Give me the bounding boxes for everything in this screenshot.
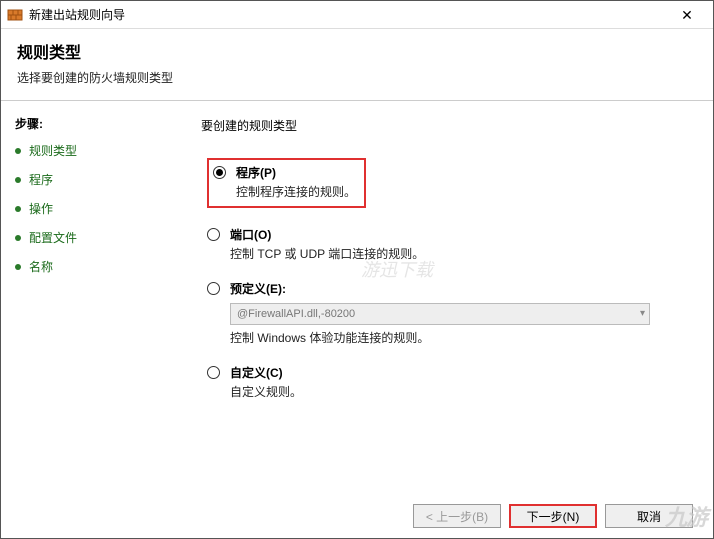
back-button[interactable]: < 上一步(B) — [413, 504, 501, 528]
option-program[interactable]: 程序(P) 控制程序连接的规则。 — [213, 164, 356, 200]
step-profile[interactable]: 配置文件 — [15, 229, 171, 246]
watermark-corner: 九游 — [665, 500, 707, 532]
question-label: 要创建的规则类型 — [201, 117, 683, 134]
radio-custom[interactable] — [207, 366, 220, 379]
option-port-desc: 控制 TCP 或 UDP 端口连接的规则。 — [230, 245, 683, 262]
option-port-label: 端口(O) — [230, 226, 683, 243]
firewall-icon — [7, 7, 23, 23]
radio-program[interactable] — [213, 166, 226, 179]
wizard-header: 规则类型 选择要创建的防火墙规则类型 — [1, 29, 713, 101]
close-button[interactable]: ✕ — [667, 2, 707, 28]
option-program-desc: 控制程序连接的规则。 — [236, 183, 356, 200]
option-custom-desc: 自定义规则。 — [230, 383, 683, 400]
step-name[interactable]: 名称 — [15, 258, 171, 275]
button-bar: < 上一步(B) 下一步(N) 取消 — [1, 494, 713, 538]
predefined-combo[interactable]: @FirewallAPI.dll,-80200 ▾ — [230, 303, 650, 325]
window-title: 新建出站规则向导 — [29, 6, 667, 23]
option-predefined-desc: 控制 Windows 体验功能连接的规则。 — [230, 329, 683, 346]
content-pane: 要创建的规则类型 程序(P) 控制程序连接的规则。 端口(O) — [181, 101, 713, 504]
option-port[interactable]: 端口(O) 控制 TCP 或 UDP 端口连接的规则。 — [207, 226, 683, 262]
next-button[interactable]: 下一步(N) — [509, 504, 597, 528]
titlebar: 新建出站规则向导 ✕ — [1, 1, 713, 29]
radio-predefined[interactable] — [207, 282, 220, 295]
bullet-icon — [15, 206, 21, 212]
steps-sidebar: 步骤: 规则类型 程序 操作 配置文件 名称 — [1, 101, 181, 504]
page-title: 规则类型 — [17, 39, 697, 63]
option-predefined-label: 预定义(E): — [230, 280, 683, 297]
step-action[interactable]: 操作 — [15, 200, 171, 217]
step-rule-type[interactable]: 规则类型 — [15, 142, 171, 159]
option-program-label: 程序(P) — [236, 164, 356, 181]
chevron-down-icon: ▾ — [640, 308, 645, 319]
option-custom-label: 自定义(C) — [230, 364, 683, 381]
wizard-body: 步骤: 规则类型 程序 操作 配置文件 名称 要创建的规则类型 程序(P) 控制… — [1, 101, 713, 504]
combo-value: @FirewallAPI.dll,-80200 — [237, 308, 355, 320]
steps-heading: 步骤: — [15, 115, 171, 132]
radio-port[interactable] — [207, 228, 220, 241]
highlight-box: 程序(P) 控制程序连接的规则。 — [207, 158, 366, 208]
option-custom[interactable]: 自定义(C) 自定义规则。 — [207, 364, 683, 400]
bullet-icon — [15, 235, 21, 241]
option-predefined[interactable]: 预定义(E): @FirewallAPI.dll,-80200 ▾ 控制 Win… — [207, 280, 683, 346]
options-group: 程序(P) 控制程序连接的规则。 端口(O) 控制 TCP 或 UDP 端口连接… — [207, 158, 683, 400]
wizard-window: 新建出站规则向导 ✕ 规则类型 选择要创建的防火墙规则类型 步骤: 规则类型 程… — [0, 0, 714, 539]
bullet-icon — [15, 148, 21, 154]
page-subtitle: 选择要创建的防火墙规则类型 — [17, 69, 697, 86]
step-program[interactable]: 程序 — [15, 171, 171, 188]
bullet-icon — [15, 264, 21, 270]
bullet-icon — [15, 177, 21, 183]
